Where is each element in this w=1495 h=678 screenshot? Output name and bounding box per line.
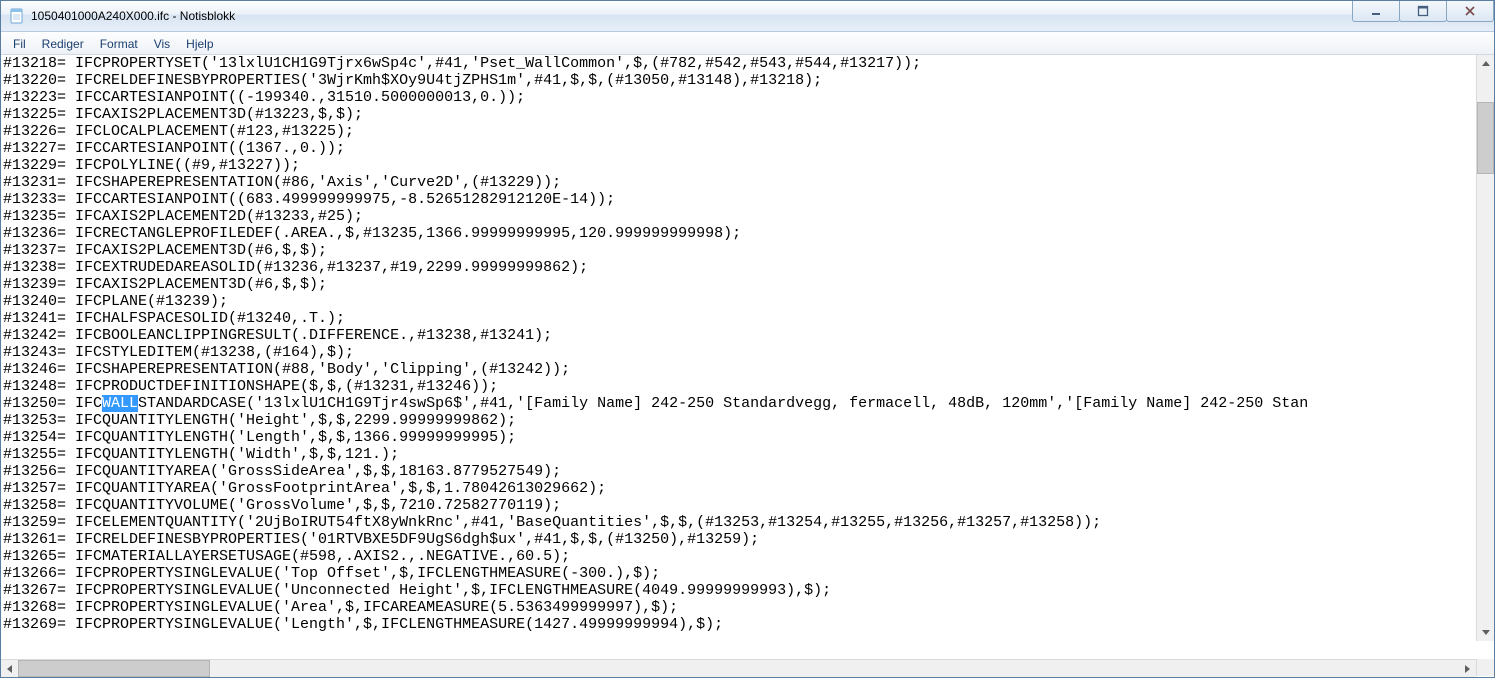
menu-view[interactable]: Vis [146, 35, 178, 53]
scroll-corner [1476, 659, 1494, 676]
code-line[interactable]: #13256= IFCQUANTITYAREA('GrossSideArea',… [3, 463, 561, 480]
horizontal-scroll-thumb[interactable] [18, 660, 210, 677]
chevron-right-icon [1465, 665, 1470, 673]
code-line[interactable]: #13223= IFCCARTESIANPOINT((-199340.,3151… [3, 89, 525, 106]
chevron-down-icon [1482, 630, 1490, 635]
code-line[interactable]: #13254= IFCQUANTITYLENGTH('Length',$,$,1… [3, 429, 516, 446]
code-line[interactable]: #13269= IFCPROPERTYSINGLEVALUE('Length',… [3, 616, 723, 633]
text-content[interactable]: #13218= IFCPROPERTYSET('13lxlU1CH1G9Tjrx… [3, 55, 1494, 659]
close-button[interactable] [1446, 1, 1494, 22]
code-line[interactable]: #13265= IFCMATERIALLAYERSETUSAGE(#598,.A… [3, 548, 570, 565]
menu-format[interactable]: Format [92, 35, 146, 53]
code-line[interactable]: #13218= IFCPROPERTYSET('13lxlU1CH1G9Tjrx… [3, 55, 921, 72]
code-line[interactable]: #13268= IFCPROPERTYSINGLEVALUE('Area',$,… [3, 599, 678, 616]
code-line[interactable]: #13257= IFCQUANTITYAREA('GrossFootprintA… [3, 480, 606, 497]
app-window: 1050401000A240X000.ifc - Notisblokk Fil … [0, 0, 1495, 678]
editor-area[interactable]: #13218= IFCPROPERTYSET('13lxlU1CH1G9Tjrx… [1, 55, 1494, 659]
chevron-up-icon [1482, 61, 1490, 66]
code-line[interactable]: #13236= IFCRECTANGLEPROFILEDEF(.AREA.,$,… [3, 225, 741, 242]
menu-help[interactable]: Hjelp [178, 35, 221, 53]
vertical-scroll-track[interactable] [1477, 72, 1494, 624]
menubar: Fil Rediger Format Vis Hjelp [1, 32, 1494, 55]
code-line[interactable]: #13235= IFCAXIS2PLACEMENT2D(#13233,#25); [3, 208, 363, 225]
code-line[interactable]: #13229= IFCPOLYLINE((#9,#13227)); [3, 157, 300, 174]
code-line[interactable]: #13237= IFCAXIS2PLACEMENT3D(#6,$,$); [3, 242, 327, 259]
scroll-up-button[interactable] [1477, 55, 1494, 72]
menu-file[interactable]: Fil [5, 35, 34, 53]
code-line[interactable]: #13255= IFCQUANTITYLENGTH('Width',$,$,12… [3, 446, 399, 463]
code-line[interactable]: #13233= IFCCARTESIANPOINT((683.499999999… [3, 191, 615, 208]
vertical-scroll-thumb[interactable] [1477, 102, 1494, 174]
minimize-button[interactable] [1352, 1, 1400, 22]
window-title: 1050401000A240X000.ifc - Notisblokk [31, 9, 235, 23]
code-line[interactable]: #13239= IFCAXIS2PLACEMENT3D(#6,$,$); [3, 276, 327, 293]
chevron-left-icon [7, 665, 12, 673]
search-highlight[interactable]: WALL [102, 395, 138, 412]
horizontal-scroll-track[interactable] [18, 660, 1459, 677]
notepad-icon [9, 8, 25, 24]
code-line[interactable]: #13225= IFCAXIS2PLACEMENT3D(#13223,$,$); [3, 106, 363, 123]
scroll-left-button[interactable] [1, 660, 18, 677]
code-line[interactable]: #13248= IFCPRODUCTDEFINITIONSHAPE($,$,(#… [3, 378, 498, 395]
code-line[interactable]: #13227= IFCCARTESIANPOINT((1367.,0.)); [3, 140, 345, 157]
code-line[interactable]: #13241= IFCHALFSPACESOLID(#13240,.T.); [3, 310, 345, 327]
code-line[interactable]: #13242= IFCBOOLEANCLIPPINGRESULT(.DIFFER… [3, 327, 552, 344]
code-fragment[interactable]: STANDARDCASE('13lxlU1CH1G9Tjr4swSp6$',#4… [138, 395, 1308, 412]
code-line[interactable]: #13250= IFCWALLSTANDARDCASE('13lxlU1CH1G… [3, 395, 1308, 412]
window-buttons [1353, 1, 1494, 31]
maximize-button[interactable] [1399, 1, 1447, 22]
code-line[interactable]: #13258= IFCQUANTITYVOLUME('GrossVolume',… [3, 497, 561, 514]
vertical-scrollbar[interactable] [1476, 55, 1494, 641]
menu-edit[interactable]: Rediger [34, 35, 92, 53]
code-line[interactable]: #13240= IFCPLANE(#13239); [3, 293, 228, 310]
code-line[interactable]: #13238= IFCEXTRUDEDAREASOLID(#13236,#132… [3, 259, 588, 276]
code-line[interactable]: #13231= IFCSHAPEREPRESENTATION(#86,'Axis… [3, 174, 561, 191]
code-line[interactable]: #13261= IFCRELDEFINESBYPROPERTIES('01RTV… [3, 531, 759, 548]
code-block[interactable]: #13218= IFCPROPERTYSET('13lxlU1CH1G9Tjrx… [3, 55, 1494, 633]
code-line[interactable]: #13243= IFCSTYLEDITEM(#13238,(#164),$); [3, 344, 354, 361]
code-line[interactable]: #13220= IFCRELDEFINESBYPROPERTIES('3WjrK… [3, 72, 822, 89]
scroll-right-button[interactable] [1459, 660, 1476, 677]
code-line[interactable]: #13246= IFCSHAPEREPRESENTATION(#88,'Body… [3, 361, 570, 378]
content-wrap: #13218= IFCPROPERTYSET('13lxlU1CH1G9Tjrx… [1, 55, 1494, 677]
titlebar[interactable]: 1050401000A240X000.ifc - Notisblokk [1, 1, 1494, 32]
code-line[interactable]: #13266= IFCPROPERTYSINGLEVALUE('Top Offs… [3, 565, 660, 582]
horizontal-scrollbar[interactable] [1, 659, 1476, 677]
code-line[interactable]: #13226= IFCLOCALPLACEMENT(#123,#13225); [3, 123, 354, 140]
code-line[interactable]: #13259= IFCELEMENTQUANTITY('2UjBoIRUT54f… [3, 514, 1101, 531]
code-line[interactable]: #13267= IFCPROPERTYSINGLEVALUE('Unconnec… [3, 582, 831, 599]
code-fragment[interactable]: #13250= IFC [3, 395, 102, 412]
code-line[interactable]: #13253= IFCQUANTITYLENGTH('Height',$,$,2… [3, 412, 516, 429]
scroll-down-button[interactable] [1477, 624, 1494, 641]
